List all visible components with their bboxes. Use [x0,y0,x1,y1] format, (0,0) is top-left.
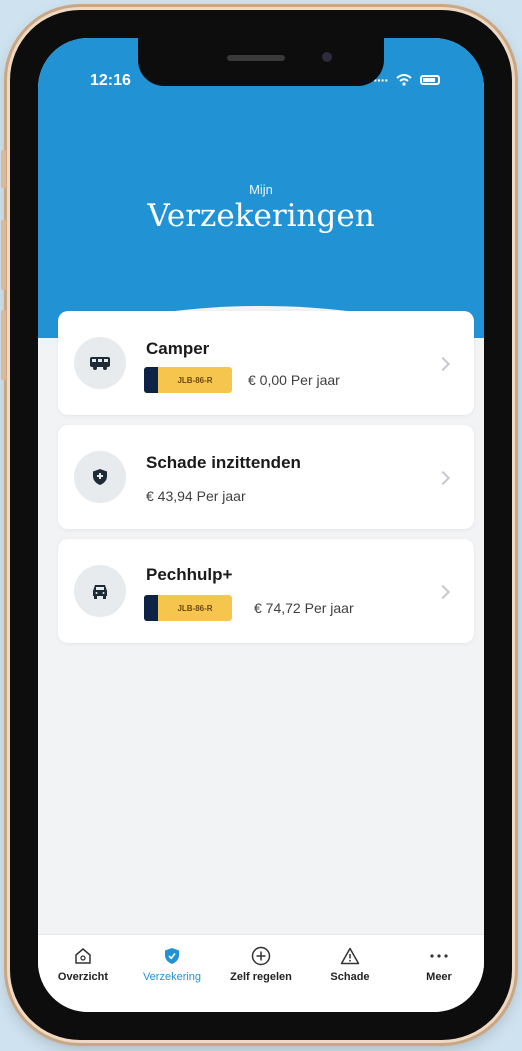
tab-schade[interactable]: Schade [306,941,394,983]
speaker [227,55,285,61]
tab-meer[interactable]: Meer [395,941,483,983]
policy-price: € 43,94 Per jaar [146,488,246,504]
header-subtitle: Mijn [249,182,273,197]
home-icon [39,941,127,971]
app-screen: 12:16 ···· Mijn Verzekeringen Camper JLB… [38,38,484,1012]
status-time: 12:16 [90,72,131,89]
notch [138,38,384,86]
tab-label: Meer [426,971,452,983]
policy-card-schade-inzittenden[interactable]: Schade inzittenden € 43,94 Per jaar [58,425,474,529]
volume-up-button [1,220,6,290]
page-title: Verzekeringen [147,198,375,234]
battery-icon [420,75,440,85]
policy-card-pechhulp[interactable]: Pechhulp+ JLB-86-R € 74,72 Per jaar [58,539,474,643]
license-plate: JLB-86-R [144,367,232,393]
more-icon [395,941,483,971]
chevron-right-icon [435,470,451,486]
tab-verzekering[interactable]: Verzekering [128,941,216,983]
tab-overzicht[interactable]: Overzicht [39,941,127,983]
plate-country-strip [144,595,158,621]
status-icons: ···· [373,72,440,88]
plate-number: JLB-86-R [177,375,213,385]
wifi-icon [396,74,412,86]
car-icon [74,565,126,617]
policy-title: Schade inzittenden [146,453,301,472]
front-camera [322,52,332,62]
tab-label: Schade [330,971,370,983]
policy-card-camper[interactable]: Camper JLB-86-R € 0,00 Per jaar [58,311,474,415]
policy-price: € 74,72 Per jaar [254,600,354,616]
warning-icon [306,941,394,971]
shield-icon [128,941,216,971]
policy-title: Pechhulp+ [146,565,233,584]
chevron-right-icon [435,356,451,372]
plate-country-strip [144,367,158,393]
phone-frame: 12:16 ···· Mijn Verzekeringen Camper JLB… [1,10,512,1040]
chevron-right-icon [435,584,451,600]
volume-down-button [1,310,6,380]
tab-label: Overzicht [57,971,109,983]
shield-icon [74,451,126,503]
plate-number: JLB-86-R [177,603,213,613]
plus-circle-icon [217,941,305,971]
mute-switch [1,150,6,188]
license-plate: JLB-86-R [144,595,232,621]
tab-label: Verzekering [142,971,202,983]
policy-title: Camper [146,339,210,358]
policy-price: € 0,00 Per jaar [248,372,340,388]
tab-bar: Overzicht Verzekering Zelf regelen Schad… [38,934,484,1012]
camper-icon [74,337,126,389]
tab-zelf-regelen[interactable]: Zelf regelen [217,941,305,983]
tab-label: Zelf regelen [230,971,292,983]
